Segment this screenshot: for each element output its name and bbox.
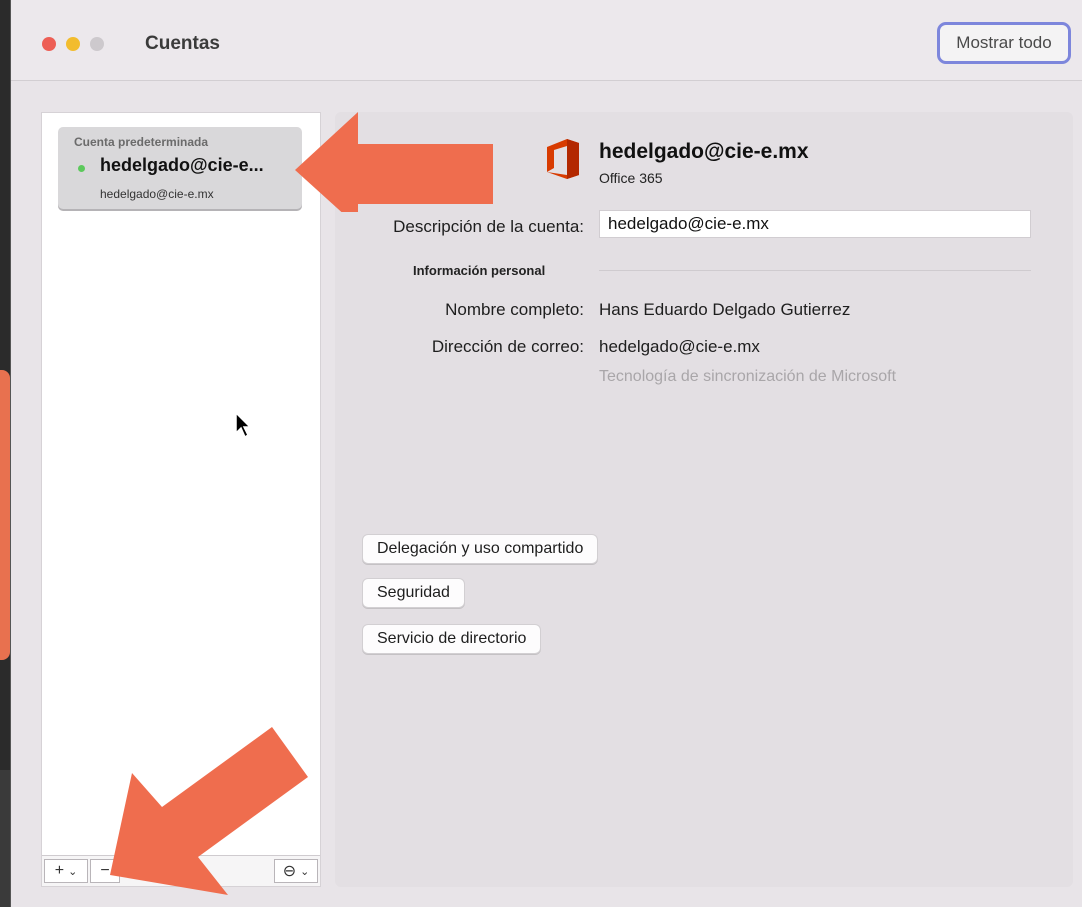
account-title: hedelgado@cie-e.mx <box>599 140 809 163</box>
background-panel <box>0 770 10 907</box>
full-name-label: Nombre completo: <box>445 300 584 319</box>
default-account-label: Cuenta predeterminada <box>74 135 209 149</box>
account-type: Office 365 <box>599 170 663 186</box>
office-365-logo-icon <box>547 139 579 179</box>
minimize-button[interactable] <box>66 37 80 51</box>
show-all-button[interactable]: Mostrar todo <box>937 22 1071 64</box>
description-label: Descripción de la cuenta: <box>393 217 584 236</box>
mouse-pointer-icon <box>235 411 252 439</box>
annotation-arrow-down-left <box>110 727 308 895</box>
full-name-value: Hans Eduardo Delgado Gutierrez <box>599 300 851 319</box>
description-field[interactable]: hedelgado@cie-e.mx <box>599 210 1031 238</box>
plus-icon: + <box>54 862 65 879</box>
account-email: hedelgado@cie-e.mx <box>100 187 214 201</box>
account-list-item[interactable]: Cuenta predeterminada hedelgado@cie-e...… <box>58 127 302 209</box>
account-details-panel: hedelgado@cie-e.mx Office 365 Descripció… <box>335 112 1073 887</box>
sync-technology-note: Tecnología de sincronización de Microsof… <box>599 368 897 385</box>
account-name: hedelgado@cie-e... <box>100 155 264 175</box>
directory-service-button[interactable]: Servicio de directorio <box>362 624 542 654</box>
section-divider <box>599 270 1031 271</box>
online-status-icon <box>78 165 85 172</box>
background-highlight <box>0 370 10 660</box>
title-bar: Cuentas Mostrar todo <box>11 0 1082 81</box>
add-account-button[interactable]: + ⌄ <box>44 859 88 883</box>
personal-info-heading: Información personal <box>413 263 546 278</box>
annotation-arrow-left <box>295 112 493 212</box>
close-button[interactable] <box>42 37 56 51</box>
chevron-down-icon: ⌄ <box>68 865 78 878</box>
zoom-button[interactable] <box>90 37 104 51</box>
security-button[interactable]: Seguridad <box>362 578 465 608</box>
email-address-value: hedelgado@cie-e.mx <box>599 337 760 356</box>
window-title: Cuentas <box>145 33 220 54</box>
email-address-label: Dirección de correo: <box>431 337 584 356</box>
delegation-button[interactable]: Delegación y uso compartido <box>362 534 599 564</box>
